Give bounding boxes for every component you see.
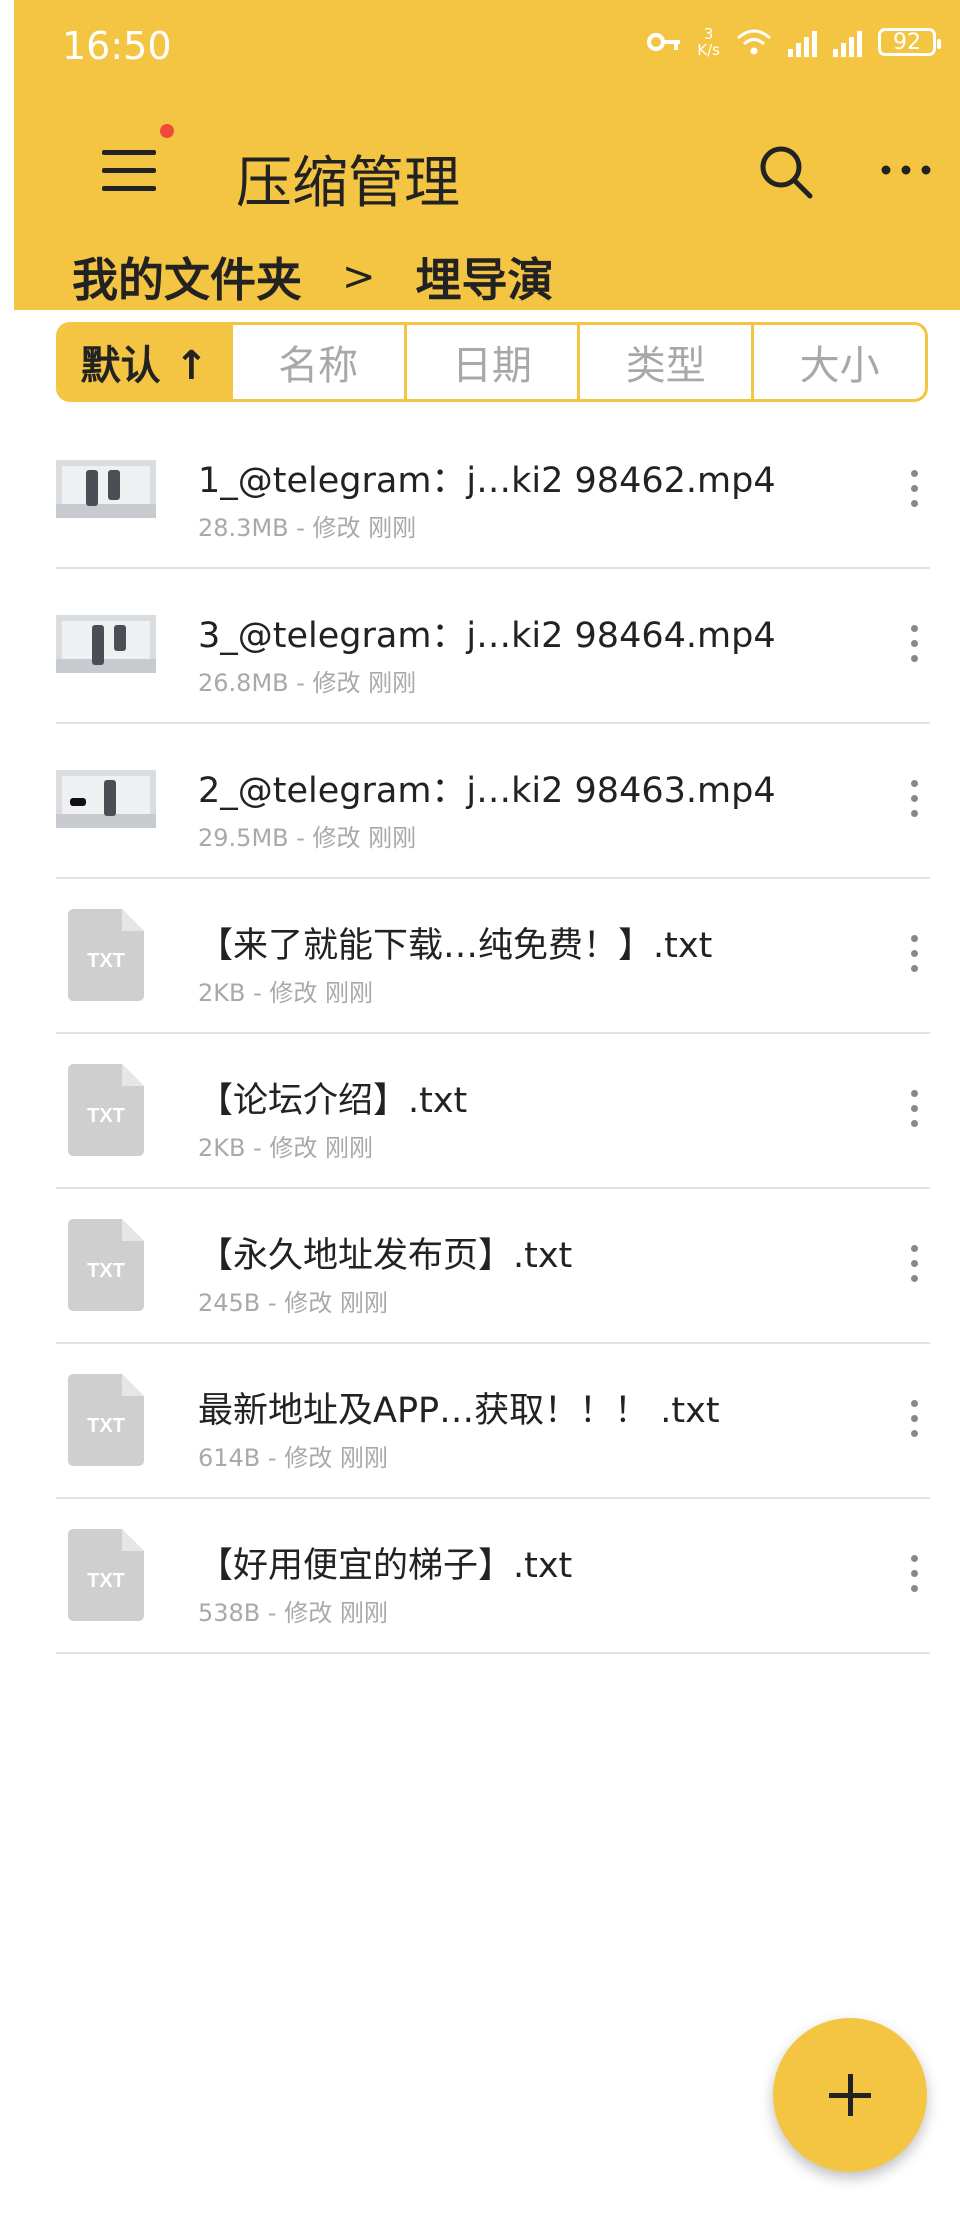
wifi-icon	[737, 29, 771, 55]
file-meta: 245B - 修改 刚刚	[198, 1289, 388, 1317]
sort-tab-size[interactable]: 大小	[751, 325, 925, 399]
txt-file-icon: TXT	[68, 1064, 144, 1156]
status-time: 16:50	[62, 24, 172, 68]
breadcrumb-item-root[interactable]: 我的文件夹	[72, 244, 302, 310]
video-thumbnail	[56, 615, 156, 673]
file-meta: 29.5MB - 修改 刚刚	[198, 824, 417, 852]
txt-label: TXT	[87, 1570, 125, 1592]
file-meta: 2KB - 修改 刚刚	[198, 1134, 374, 1162]
file-name: 2_@telegram：j…ki2 98463.mp4	[198, 771, 776, 811]
file-list: 1_@telegram：j…ki2 98462.mp4 28.3MB - 修改 …	[56, 414, 930, 1654]
page-title: 压缩管理	[236, 151, 460, 216]
file-meta: 2KB - 修改 刚刚	[198, 979, 374, 1007]
file-row[interactable]: TXT 【论坛介绍】.txt 2KB - 修改 刚刚	[56, 1034, 930, 1189]
search-icon[interactable]	[754, 140, 818, 204]
more-vertical-icon[interactable]	[904, 619, 924, 669]
breadcrumb-separator: >	[342, 254, 376, 300]
signal-icon	[833, 27, 862, 57]
hamburger-menu-icon[interactable]	[94, 124, 174, 200]
txt-label: TXT	[87, 950, 125, 972]
file-row[interactable]: TXT 【来了就能下载…纯免费！】.txt 2KB - 修改 刚刚	[56, 879, 930, 1034]
file-name: 【论坛介绍】.txt	[198, 1081, 468, 1121]
file-name: 3_@telegram：j…ki2 98464.mp4	[198, 616, 776, 656]
sort-tab-type[interactable]: 类型	[577, 325, 751, 399]
status-icons: 3 K/s 92	[647, 26, 941, 58]
more-vertical-icon[interactable]	[904, 1239, 924, 1289]
txt-file-icon: TXT	[68, 1529, 144, 1621]
file-name: 【好用便宜的梯子】.txt	[198, 1546, 573, 1586]
sort-tab-date[interactable]: 日期	[403, 325, 578, 399]
file-row[interactable]: TXT 【好用便宜的梯子】.txt 538B - 修改 刚刚	[56, 1499, 930, 1654]
file-row[interactable]: 1_@telegram：j…ki2 98462.mp4 28.3MB - 修改 …	[56, 414, 930, 569]
file-row[interactable]: TXT 【永久地址发布页】.txt 245B - 修改 刚刚	[56, 1189, 930, 1344]
txt-label: TXT	[87, 1415, 125, 1437]
sort-tabs: 默认 ↑ 名称 日期 类型 大小	[56, 322, 928, 402]
more-horizontal-icon[interactable]	[876, 150, 936, 190]
txt-label: TXT	[87, 1260, 125, 1282]
more-vertical-icon[interactable]	[904, 774, 924, 824]
file-meta: 538B - 修改 刚刚	[198, 1599, 388, 1627]
sort-tab-default[interactable]: 默认 ↑	[59, 325, 230, 399]
battery-icon: 92	[878, 28, 941, 56]
signal-icon	[788, 27, 817, 57]
breadcrumb: 我的文件夹 > 埋导演	[72, 244, 554, 310]
more-vertical-icon[interactable]	[904, 1394, 924, 1444]
more-vertical-icon[interactable]	[904, 1084, 924, 1134]
file-meta: 26.8MB - 修改 刚刚	[198, 669, 417, 697]
file-meta: 28.3MB - 修改 刚刚	[198, 514, 417, 542]
txt-file-icon: TXT	[68, 909, 144, 1001]
breadcrumb-item-current[interactable]: 埋导演	[416, 244, 554, 310]
more-vertical-icon[interactable]	[904, 929, 924, 979]
notification-dot	[160, 124, 174, 138]
txt-file-icon: TXT	[68, 1219, 144, 1311]
file-row[interactable]: 2_@telegram：j…ki2 98463.mp4 29.5MB - 修改 …	[56, 724, 930, 879]
network-speed-value: 3	[703, 25, 714, 43]
key-icon	[647, 33, 681, 51]
file-name: 1_@telegram：j…ki2 98462.mp4	[198, 461, 776, 501]
network-speed: 3 K/s	[697, 26, 720, 58]
file-name: 最新地址及APP…获取！！！ .txt	[198, 1391, 720, 1431]
file-name: 【来了就能下载…纯免费！】.txt	[198, 926, 713, 966]
txt-label: TXT	[87, 1105, 125, 1127]
more-vertical-icon[interactable]	[904, 464, 924, 514]
battery-level: 92	[893, 29, 921, 55]
file-meta: 614B - 修改 刚刚	[198, 1444, 388, 1472]
sort-tab-name[interactable]: 名称	[229, 325, 404, 399]
app-bar: 16:50 3 K/s 92 压缩管理 我的文件夹 > 埋导演	[14, 0, 960, 310]
more-vertical-icon[interactable]	[904, 1549, 924, 1599]
video-thumbnail	[56, 460, 156, 518]
file-name: 【永久地址发布页】.txt	[198, 1236, 573, 1276]
video-thumbnail	[56, 770, 156, 828]
txt-file-icon: TXT	[68, 1374, 144, 1466]
network-speed-unit: K/s	[697, 41, 720, 59]
file-row[interactable]: 3_@telegram：j…ki2 98464.mp4 26.8MB - 修改 …	[56, 569, 930, 724]
file-row[interactable]: TXT 最新地址及APP…获取！！！ .txt 614B - 修改 刚刚	[56, 1344, 930, 1499]
add-button[interactable]	[773, 2018, 927, 2172]
